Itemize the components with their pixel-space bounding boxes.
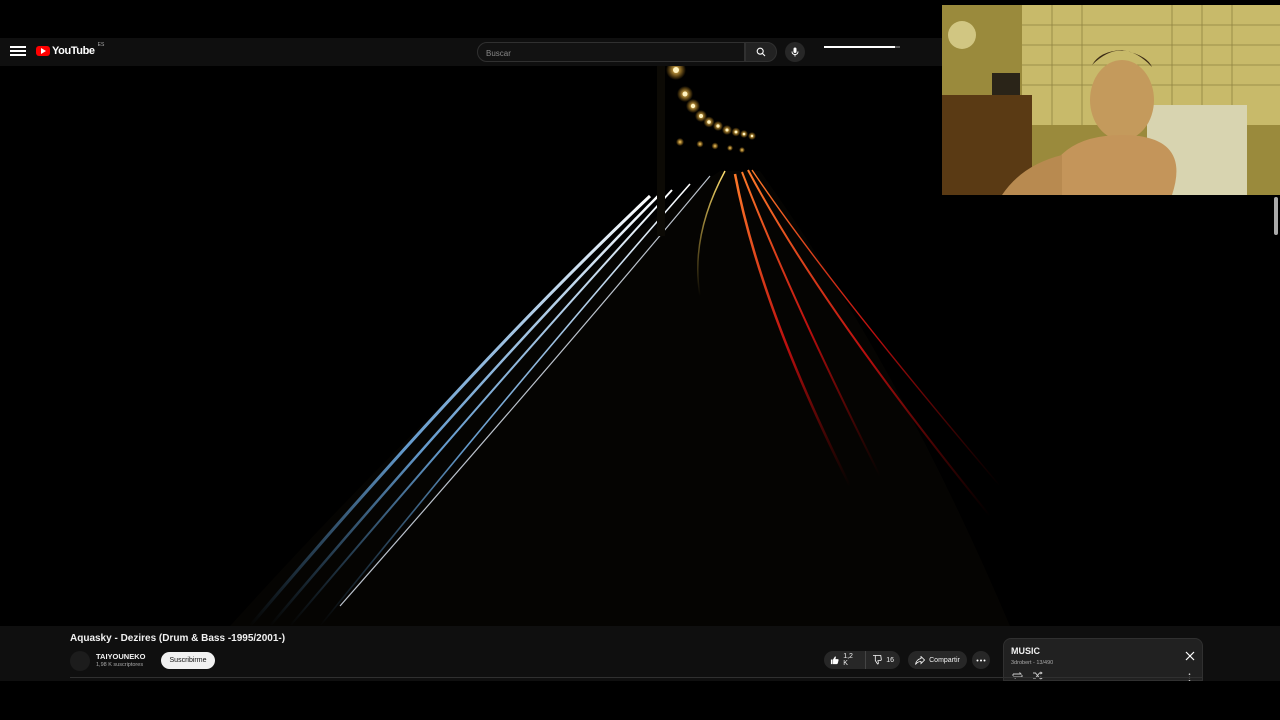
dislike-count: 16	[886, 656, 894, 664]
like-count: 1,2 K	[843, 653, 853, 667]
share-button[interactable]: Compartir	[908, 651, 967, 669]
youtube-logo[interactable]: YouTube ES	[36, 42, 105, 57]
channel-name[interactable]: TAIYOUNEKO	[96, 652, 145, 661]
share-label: Compartir	[929, 656, 960, 664]
playlist-panel: MUSIC 3drobert - 13/490	[1003, 638, 1203, 682]
subscriber-count: 1,98 K suscriptores	[96, 662, 144, 668]
thumbs-down-icon	[873, 655, 882, 665]
playlist-title[interactable]: MUSIC	[1011, 646, 1040, 656]
more-actions-button[interactable]	[972, 651, 990, 669]
video-info: Aquasky - Dezires (Drum & Bass -1995/200…	[0, 626, 1280, 682]
dislike-button[interactable]: 16	[866, 651, 900, 669]
webcam-overlay	[942, 5, 1280, 195]
region-badge: ES	[97, 42, 105, 48]
like-dislike-group: 1,2 K 16	[824, 651, 900, 669]
video-title: Aquasky - Dezires (Drum & Bass -1995/200…	[70, 633, 286, 644]
youtube-play-icon	[36, 46, 50, 56]
share-icon	[915, 655, 926, 665]
like-ratio-fill	[824, 46, 895, 48]
page-scrollbar[interactable]	[1272, 195, 1280, 685]
channel-avatar[interactable]	[70, 651, 90, 671]
loop-icon[interactable]	[1012, 671, 1023, 680]
like-button[interactable]: 1,2 K	[824, 651, 867, 669]
mic-icon	[791, 47, 799, 57]
subscribe-button[interactable]: Suscribirme	[161, 652, 215, 669]
more-horizontal-icon	[976, 659, 986, 661]
webcam-image	[942, 5, 1280, 195]
playlist-subtitle: 3drobert - 13/490	[1011, 660, 1054, 666]
voice-search-button[interactable]	[785, 42, 805, 62]
street-lamps	[666, 66, 756, 153]
letterbox-bottom	[0, 681, 1280, 720]
search-button[interactable]	[745, 42, 777, 62]
scrollbar-thumb[interactable]	[1274, 197, 1278, 235]
divider	[70, 677, 1203, 678]
close-icon[interactable]	[1184, 650, 1196, 662]
search-icon	[756, 47, 766, 57]
logo-text: YouTube	[52, 45, 95, 57]
search-input[interactable]	[478, 44, 760, 63]
menu-icon[interactable]	[10, 44, 26, 60]
thumbs-up-icon	[830, 656, 839, 665]
search-box[interactable]	[477, 42, 760, 63]
shuffle-icon[interactable]	[1032, 671, 1043, 680]
like-ratio-bar	[824, 46, 900, 48]
